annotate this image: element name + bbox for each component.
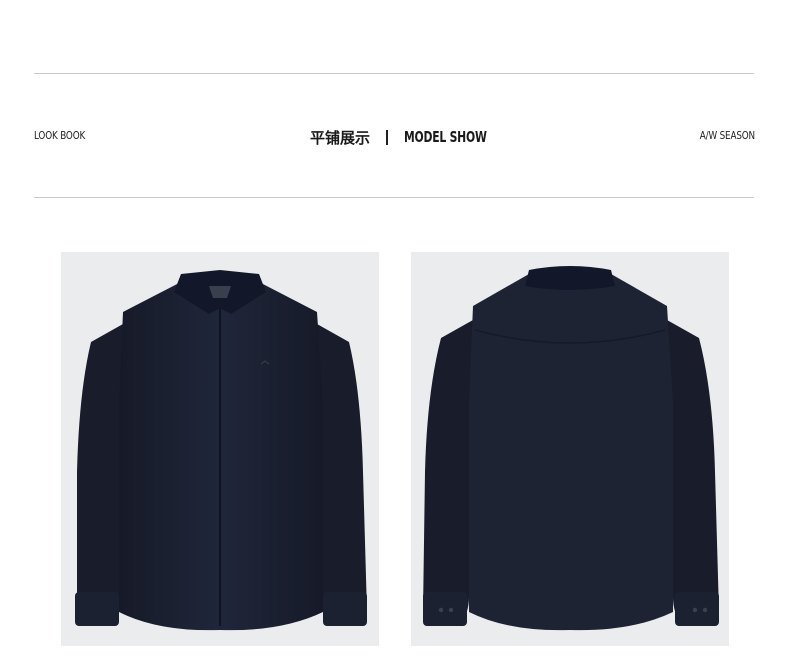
lookbook-label: LOOK BOOK [34, 129, 86, 142]
section-title-cn: 平铺展示 [310, 128, 371, 147]
season-label: A/W SEASON [699, 129, 755, 142]
shirt-back-photo[interactable] [411, 252, 729, 646]
bottom-divider [34, 197, 754, 198]
shirt-back-image [423, 266, 719, 631]
section-header: LOOK BOOK 平铺展示 MODEL SHOW A/W SEASON [34, 126, 755, 148]
section-title: 平铺展示 MODEL SHOW [310, 126, 519, 148]
top-divider [34, 73, 754, 74]
section-title-en: MODEL SHOW [404, 128, 487, 146]
shirt-front-photo[interactable] [61, 252, 379, 646]
title-separator [386, 129, 389, 145]
shirt-front-image [75, 270, 367, 631]
